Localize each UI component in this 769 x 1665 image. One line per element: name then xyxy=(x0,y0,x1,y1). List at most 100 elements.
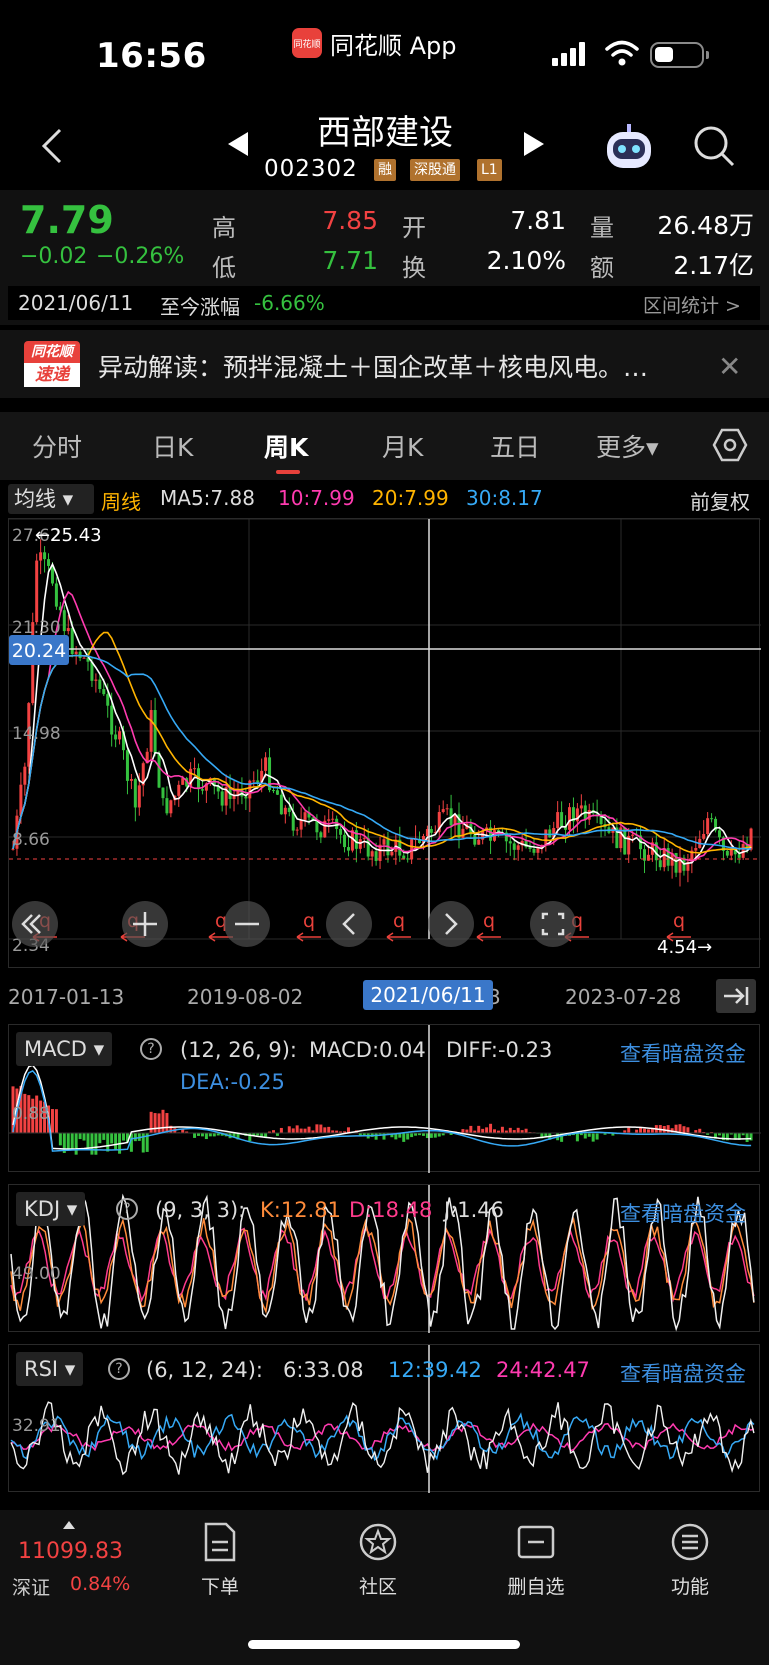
candle-body xyxy=(220,791,224,806)
community-button[interactable]: 社区 xyxy=(328,1522,428,1599)
macd-dark-pool-link[interactable]: 查看暗盘资金 xyxy=(620,1038,746,1068)
candle-body xyxy=(646,854,650,861)
kline-svg[interactable]: 27.62 21.30 14.98 8.66 2.34 ←25.43 4.54→… xyxy=(9,518,761,969)
macd-help-icon[interactable]: ? xyxy=(140,1038,162,1060)
candle-body xyxy=(66,628,70,632)
rsi-help-icon[interactable]: ? xyxy=(108,1358,130,1380)
candle-body xyxy=(149,710,153,752)
candle-body xyxy=(706,818,710,834)
candle-body xyxy=(287,807,291,813)
rsi-select[interactable]: RSI ▾ xyxy=(16,1352,84,1386)
candle-body xyxy=(548,829,552,838)
menu-icon xyxy=(671,1523,709,1561)
event-marker[interactable]: q xyxy=(483,910,495,932)
candle-body xyxy=(725,850,729,856)
candle-body xyxy=(275,790,279,795)
candle-body xyxy=(252,780,256,782)
amount-label: 额 xyxy=(590,254,614,282)
candle-body xyxy=(343,834,347,848)
remove-watchlist-button[interactable]: 删自选 xyxy=(486,1522,586,1599)
tab-five-day[interactable]: 五日 xyxy=(490,428,540,464)
rsi-dark-pool-link[interactable]: 查看暗盘资金 xyxy=(620,1358,746,1388)
candle-body xyxy=(78,651,82,658)
ma-period: 周线 xyxy=(101,490,141,514)
tab-weekly[interactable]: 周K xyxy=(264,428,308,464)
rsi-24: 24:42.47 xyxy=(496,1358,590,1382)
tag-margin: 融 xyxy=(374,159,396,181)
macd-y-label: 0.88 xyxy=(12,1104,50,1124)
open-label: 开 xyxy=(402,214,426,242)
candle-body xyxy=(264,757,268,771)
candle-body xyxy=(319,832,323,838)
zoom-in-icon[interactable] xyxy=(122,901,168,947)
candle-body xyxy=(631,834,635,836)
kdj-select[interactable]: KDJ ▾ xyxy=(16,1192,86,1226)
close-icon[interactable]: ✕ xyxy=(718,350,741,383)
order-icon xyxy=(204,1522,236,1562)
candle-body xyxy=(74,651,78,654)
candle-body xyxy=(370,851,374,857)
jump-latest-icon[interactable] xyxy=(716,979,756,1013)
next-stock-icon[interactable] xyxy=(522,130,546,158)
candle-body xyxy=(161,787,165,799)
range-label: 至今涨幅 xyxy=(160,295,240,319)
candle-body xyxy=(133,779,137,808)
fullscreen-icon[interactable] xyxy=(530,901,576,947)
kline-chart[interactable]: 27.62 21.30 14.98 8.66 2.34 ←25.43 4.54→… xyxy=(8,518,761,969)
macd-select[interactable]: MACD ▾ xyxy=(16,1032,113,1066)
candle-body xyxy=(256,780,260,783)
tab-monthly[interactable]: 月K xyxy=(382,428,423,464)
range-stat-link[interactable]: 区间统计 > xyxy=(643,291,741,318)
tab-more[interactable]: 更多▾ xyxy=(596,428,659,464)
candle-body xyxy=(560,812,564,827)
function-button[interactable]: 功能 xyxy=(640,1522,740,1599)
tab-daily[interactable]: 日K xyxy=(152,428,193,464)
candle-body xyxy=(157,753,161,788)
search-icon[interactable] xyxy=(692,124,736,168)
adjust-mode[interactable]: 前复权 xyxy=(690,486,750,515)
battery-icon xyxy=(650,42,709,68)
candle-body xyxy=(118,731,122,740)
order-label: 下单 xyxy=(200,1576,239,1598)
candle-body xyxy=(429,829,433,833)
news-text[interactable]: 异动解读：预拌混凝土＋国企改革＋核电风电。… xyxy=(98,348,698,384)
event-marker[interactable]: q xyxy=(673,910,685,932)
tag-connect: 深股通 xyxy=(410,159,460,181)
event-marker[interactable]: q xyxy=(393,910,405,932)
scroll-right-icon[interactable] xyxy=(428,901,474,947)
tab-underline xyxy=(276,470,300,474)
candle-body xyxy=(473,834,477,845)
kdj-help-icon[interactable]: ? xyxy=(116,1198,138,1220)
robot-assistant-icon[interactable] xyxy=(603,122,655,172)
zoom-minus-icon[interactable] xyxy=(224,901,270,947)
scroll-left-icon[interactable] xyxy=(326,901,372,947)
candle-body xyxy=(110,705,114,735)
x-label-2: 2019-08-02 xyxy=(187,985,304,1009)
ma-select[interactable]: 均线 ▾ xyxy=(8,484,94,514)
candle-body xyxy=(271,790,275,792)
event-marker[interactable]: q xyxy=(303,910,315,932)
range-value: -6.66% xyxy=(254,291,325,315)
tab-intraday[interactable]: 分时 xyxy=(32,428,82,464)
macd-dea: DEA:-0.25 xyxy=(180,1070,285,1094)
community-label: 社区 xyxy=(358,1576,397,1598)
kdj-params: (9, 3, 3): xyxy=(155,1198,246,1222)
last-price: 7.79 xyxy=(20,198,114,242)
prev-stock-icon[interactable] xyxy=(226,130,250,158)
stock-code: 002302 xyxy=(264,156,358,182)
index-name: 深证 xyxy=(12,1577,51,1599)
candle-body xyxy=(153,710,157,754)
zoom-out-control[interactable] xyxy=(12,901,58,947)
index-value[interactable]: 11099.83 xyxy=(18,1539,123,1564)
signal-icon xyxy=(552,42,585,66)
low-label: 低 xyxy=(212,254,236,282)
rsi-6: 6:33.08 xyxy=(283,1358,364,1382)
order-button[interactable]: 下单 xyxy=(170,1522,270,1599)
back-icon[interactable] xyxy=(34,126,74,166)
x-label-1: 2017-01-13 xyxy=(8,985,125,1009)
settings-icon[interactable] xyxy=(712,427,748,463)
stock-name: 西部建设 xyxy=(317,113,453,153)
kdj-dark-pool-link[interactable]: 查看暗盘资金 xyxy=(620,1198,746,1228)
candle-body xyxy=(694,848,698,851)
candle-body xyxy=(516,845,520,850)
